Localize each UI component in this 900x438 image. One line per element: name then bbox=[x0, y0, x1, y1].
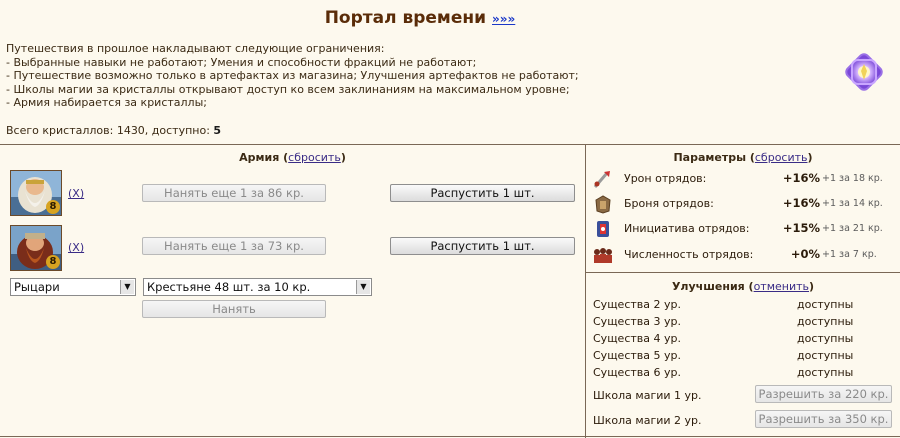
param-label: Броня отрядов: bbox=[624, 197, 714, 210]
params-section-title: Параметры (сбросить) bbox=[673, 151, 813, 164]
unit-portrait[interactable]: 8 bbox=[10, 225, 62, 271]
params-title: Параметры bbox=[673, 151, 747, 164]
portal-page: Портал времени »»» Путешествия в прошлое … bbox=[0, 0, 900, 438]
upgrade-status: доступны bbox=[797, 332, 854, 345]
restriction-line: - Армия набирается за кристаллы; bbox=[6, 96, 207, 110]
allow-magic-school-button[interactable]: Разрешить за 350 кр. bbox=[755, 410, 892, 428]
faction-select-value: Рыцари bbox=[14, 280, 60, 294]
upgrade-status: доступны bbox=[797, 315, 854, 328]
restriction-line: - Путешествие возможно только в артефакт… bbox=[6, 69, 579, 83]
upgrade-label: Существа 5 ур. bbox=[593, 349, 681, 362]
army-section-title: Армия (сбросить) bbox=[239, 151, 346, 164]
unit-remove-link[interactable]: (X) bbox=[68, 241, 84, 254]
page-title: Портал времени »»» bbox=[0, 8, 840, 28]
chevron-down-icon: ▼ bbox=[120, 280, 134, 294]
unit-level-badge: 8 bbox=[46, 200, 60, 214]
upgrade-label: Существа 3 ур. bbox=[593, 315, 681, 328]
upgrade-status: доступны bbox=[797, 366, 854, 379]
restriction-line: - Выбранные навыки не работают; Умения и… bbox=[6, 55, 477, 69]
params-divider bbox=[586, 272, 900, 273]
hire-more-button[interactable]: Нанять еще 1 за 86 кр. bbox=[142, 184, 326, 202]
upgrade-status: доступны bbox=[797, 298, 854, 311]
param-label: Инициатива отрядов: bbox=[624, 222, 750, 235]
page-title-text: Портал времени bbox=[324, 8, 487, 28]
magic-school-label: Школа магии 2 ур. bbox=[593, 414, 702, 427]
crystals-available: 5 bbox=[213, 124, 222, 137]
param-upgrade-note: +1 за 18 кр. bbox=[822, 173, 883, 184]
upgrade-label: Существа 4 ур. bbox=[593, 332, 681, 345]
param-row: Броня отрядов: +16% +1 за 14 кр. bbox=[592, 193, 892, 215]
params-reset-link[interactable]: сбросить bbox=[755, 151, 808, 164]
param-value: +16% bbox=[782, 171, 820, 185]
restrictions-text: Путешествия в прошлое накладывают следую… bbox=[6, 42, 579, 110]
armor-icon bbox=[592, 194, 614, 214]
dismiss-button[interactable]: Распустить 1 шт. bbox=[390, 237, 575, 255]
crystals-text: Всего кристаллов: 1430, доступно: bbox=[6, 124, 214, 137]
sword-damage-icon bbox=[592, 169, 614, 189]
param-value: +0% bbox=[790, 247, 820, 261]
param-row: Численность отрядов: +0% +1 за 7 кр. bbox=[592, 244, 892, 266]
chevron-down-icon: ▼ bbox=[356, 280, 370, 294]
restriction-line: - Школы магии за кристаллы открывают дос… bbox=[6, 82, 570, 96]
army-reset-link[interactable]: сбросить bbox=[288, 151, 341, 164]
param-label: Урон отрядов: bbox=[624, 172, 707, 185]
army-title: Армия bbox=[239, 151, 280, 164]
hire-more-button[interactable]: Нанять еще 1 за 73 кр. bbox=[142, 237, 326, 255]
troop-count-icon bbox=[592, 245, 614, 265]
upgrades-section-title: Улучшения (отменить) bbox=[671, 280, 815, 293]
unit-remove-link[interactable]: (X) bbox=[68, 187, 84, 200]
faction-select[interactable]: Рыцари ▼ bbox=[10, 278, 136, 296]
param-value: +15% bbox=[782, 221, 820, 235]
restrictions-heading: Путешествия в прошлое накладывают следую… bbox=[6, 42, 385, 55]
param-row: Урон отрядов: +16% +1 за 18 кр. bbox=[592, 168, 892, 190]
unit-select-value: Крестьяне 48 шт. за 10 кр. bbox=[147, 280, 311, 294]
upgrade-label: Существа 2 ур. bbox=[593, 298, 681, 311]
magic-school-label: Школа магии 1 ур. bbox=[593, 389, 702, 402]
param-row: Инициатива отрядов: +15% +1 за 21 кр. bbox=[592, 218, 892, 240]
top-divider bbox=[0, 144, 900, 145]
unit-level-badge: 8 bbox=[46, 255, 60, 269]
param-label: Численность отрядов: bbox=[624, 248, 754, 261]
initiative-icon bbox=[592, 219, 614, 239]
param-upgrade-note: +1 за 14 кр. bbox=[822, 198, 883, 209]
param-upgrade-note: +1 за 21 кр. bbox=[822, 223, 883, 234]
crystals-info: Всего кристаллов: 1430, доступно: 5 bbox=[6, 124, 221, 137]
upgrade-status: доступны bbox=[797, 349, 854, 362]
param-upgrade-note: +1 за 7 кр. bbox=[822, 249, 877, 260]
portal-crystal-icon bbox=[842, 50, 886, 94]
upgrades-cancel-link[interactable]: отменить bbox=[754, 280, 809, 293]
bottom-divider bbox=[0, 436, 900, 437]
param-value: +16% bbox=[782, 196, 820, 210]
upgrade-label: Существа 6 ур. bbox=[593, 366, 681, 379]
unit-portrait[interactable]: 8 bbox=[10, 170, 62, 216]
portal-more-link[interactable]: »»» bbox=[492, 12, 515, 26]
upgrades-title: Улучшения bbox=[671, 280, 745, 293]
dismiss-button[interactable]: Распустить 1 шт. bbox=[390, 184, 575, 202]
allow-magic-school-button[interactable]: Разрешить за 220 кр. bbox=[755, 385, 892, 403]
unit-select[interactable]: Крестьяне 48 шт. за 10 кр. ▼ bbox=[143, 278, 372, 296]
hire-button[interactable]: Нанять bbox=[142, 300, 326, 318]
